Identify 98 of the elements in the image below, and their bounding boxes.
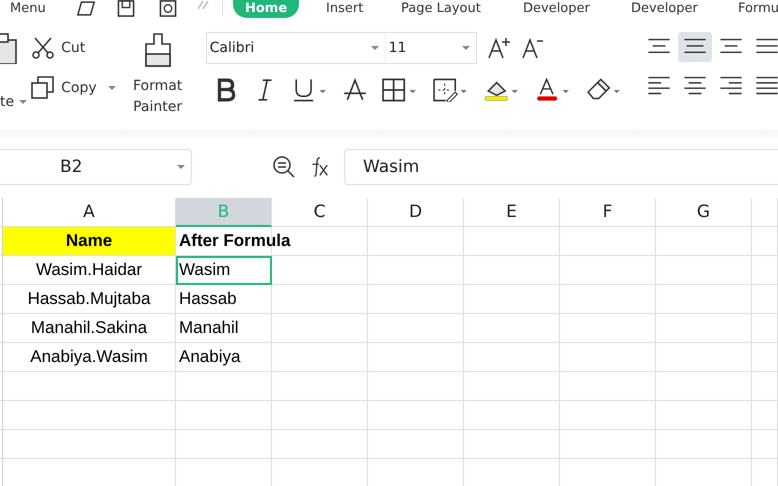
menu-tab[interactable]: Menu	[6, 0, 50, 18]
empty-cell[interactable]	[464, 227, 560, 256]
column-header[interactable]: E	[464, 198, 560, 227]
empty-cell[interactable]	[656, 343, 752, 372]
menu-tab[interactable]: Page Layout	[397, 0, 485, 18]
empty-cell[interactable]	[464, 430, 560, 459]
empty-cell[interactable]	[656, 256, 752, 285]
empty-cell[interactable]	[368, 430, 464, 459]
menu-tab[interactable]: Insert	[322, 0, 368, 18]
empty-cell[interactable]	[272, 430, 368, 459]
table-cell[interactable]: Wasim	[176, 256, 272, 285]
empty-cell[interactable]	[464, 256, 560, 285]
empty-cell[interactable]	[3, 401, 176, 430]
empty-cell[interactable]	[560, 227, 656, 256]
empty-cell[interactable]	[368, 285, 464, 314]
column-header[interactable]: F	[560, 198, 656, 227]
table-cell[interactable]: After Formula	[176, 227, 368, 256]
table-cell[interactable]: Wasim.Haidar	[3, 256, 176, 285]
more-icon[interactable]	[197, 0, 209, 10]
empty-cell[interactable]	[3, 430, 176, 459]
empty-cell[interactable]	[368, 314, 464, 343]
empty-cell[interactable]	[560, 401, 656, 430]
empty-cell[interactable]	[464, 314, 560, 343]
empty-cell[interactable]	[752, 430, 778, 459]
empty-cell[interactable]	[272, 285, 368, 314]
table-cell[interactable]: Manahil.Sakina	[3, 314, 176, 343]
column-header[interactable]	[752, 198, 778, 227]
empty-cell[interactable]	[176, 401, 272, 430]
table-cell[interactable]: Anabiya	[176, 343, 272, 372]
align-icon[interactable]	[678, 32, 712, 62]
column-header[interactable]: C	[272, 198, 368, 227]
empty-cell[interactable]	[752, 343, 778, 372]
strikethrough-icon[interactable]	[342, 78, 367, 102]
decrease-font-icon[interactable]	[520, 36, 545, 60]
empty-cell[interactable]	[560, 430, 656, 459]
empty-cell[interactable]	[560, 285, 656, 314]
column-header[interactable]: D	[368, 198, 464, 227]
menu-tab[interactable]: Developer	[519, 0, 594, 18]
empty-cell[interactable]	[272, 256, 368, 285]
format-painter-button[interactable]: Format Painter	[128, 32, 188, 118]
cell-style-icon[interactable]	[432, 78, 469, 102]
borders-icon[interactable]	[382, 78, 418, 102]
empty-cell[interactable]	[656, 430, 752, 459]
empty-cell[interactable]	[656, 401, 752, 430]
name-box[interactable]: B2	[0, 149, 192, 185]
table-cell[interactable]: Hassab.Mujtaba	[3, 285, 176, 314]
empty-cell[interactable]	[272, 343, 368, 372]
table-cell[interactable]: Hassab	[176, 285, 272, 314]
menu-tab[interactable]: Formu	[734, 0, 778, 18]
paintbrush-icon	[142, 32, 173, 68]
empty-cell[interactable]	[656, 227, 752, 256]
empty-cell[interactable]	[176, 372, 272, 401]
copy-icon	[31, 76, 56, 100]
empty-cell[interactable]	[368, 401, 464, 430]
empty-cell[interactable]	[272, 314, 368, 343]
column-header[interactable]: A	[3, 198, 176, 227]
empty-cell[interactable]	[752, 285, 778, 314]
empty-cell[interactable]	[752, 401, 778, 430]
empty-cell[interactable]	[464, 372, 560, 401]
empty-cell[interactable]	[752, 314, 778, 343]
empty-cell[interactable]	[176, 430, 272, 459]
table-cell[interactable]: Name	[3, 227, 176, 256]
increase-font-icon[interactable]	[486, 36, 511, 60]
empty-cell[interactable]	[560, 256, 656, 285]
empty-cell[interactable]	[464, 285, 560, 314]
menu-tab[interactable]: Developer	[627, 0, 702, 18]
font-name-dropdown[interactable]: Calibri	[206, 32, 386, 64]
paste-icon[interactable]	[0, 32, 17, 64]
empty-cell[interactable]	[464, 343, 560, 372]
empty-cell[interactable]	[464, 401, 560, 430]
table-cell[interactable]: Anabiya.Wasim	[3, 343, 176, 372]
empty-cell[interactable]	[272, 372, 368, 401]
empty-cell[interactable]	[752, 256, 778, 285]
scissors-icon	[31, 36, 56, 60]
empty-cell[interactable]	[560, 314, 656, 343]
font-color-icon[interactable]	[534, 78, 571, 102]
empty-cell[interactable]	[656, 314, 752, 343]
empty-cell[interactable]	[3, 372, 176, 401]
underline-icon[interactable]	[292, 78, 328, 102]
empty-cell[interactable]	[368, 372, 464, 401]
empty-cell[interactable]	[560, 372, 656, 401]
copy-button[interactable]: Copy	[31, 76, 116, 100]
cut-button[interactable]: Cut	[31, 36, 116, 60]
formula-input[interactable]: Wasim	[344, 149, 778, 185]
table-cell[interactable]: Manahil	[176, 314, 272, 343]
empty-cell[interactable]	[560, 343, 656, 372]
column-header[interactable]: G	[656, 198, 752, 227]
empty-cell[interactable]	[656, 372, 752, 401]
empty-cell[interactable]	[272, 401, 368, 430]
empty-cell[interactable]	[656, 285, 752, 314]
empty-cell[interactable]	[368, 343, 464, 372]
save-icon[interactable]	[116, 0, 136, 17]
empty-cell[interactable]	[752, 372, 778, 401]
zoom-out-icon[interactable]	[272, 155, 296, 179]
empty-cell[interactable]	[368, 256, 464, 285]
paste-button[interactable]: te	[0, 94, 28, 110]
font-size-dropdown[interactable]: 11	[384, 32, 477, 64]
eraser-icon[interactable]	[586, 78, 622, 102]
